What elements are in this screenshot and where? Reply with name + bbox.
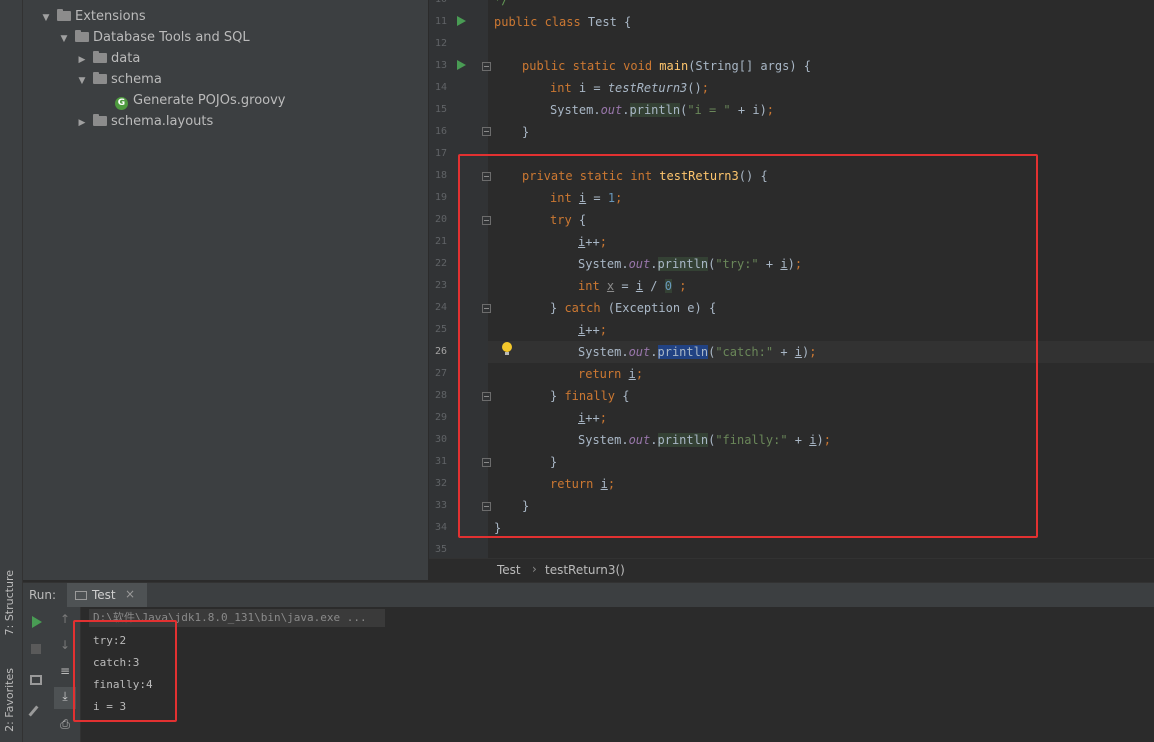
annotation-box-method [458,154,1038,538]
line-number: 21 [434,236,447,247]
line-number: 13 [434,60,447,71]
tree-item-label: schema [111,72,162,87]
line-number: 12 [434,38,447,49]
breadcrumb-separator: › [532,562,537,576]
folder-icon [75,30,89,42]
line-number: 20 [434,214,447,225]
line-number: 16 [434,126,447,137]
code-line: int i = testReturn3(); [550,81,709,95]
annotation-box-output [73,620,177,722]
fold-icon[interactable] [482,127,491,136]
tree-item-label: Extensions [75,9,146,24]
tree-item-schema[interactable]: ▼ schema [77,69,162,90]
run-panel-header: Run: Test × [23,582,1154,608]
line-number: 15 [434,104,447,115]
pin-icon[interactable] [28,705,39,717]
folder-icon [57,9,71,21]
line-number: 25 [434,324,447,335]
project-panel: ▼ Extensions ▼ Database Tools and SQL ▶ dat… [23,0,429,580]
print-icon[interactable]: ⎙ [55,717,75,732]
tree-item-schema-layouts[interactable]: ▶ schema.layouts [77,111,213,132]
chevron-right-icon[interactable]: ▶ [77,113,87,134]
stop-icon[interactable] [31,644,41,654]
tree-item-generate-pojos[interactable]: G Generate POJOs.groovy [115,90,286,111]
code-line: public static void main(String[] args) { [522,59,812,73]
tool-window-strip: 7: Structure 2: Favorites [0,0,23,742]
line-number: 28 [434,390,447,401]
folder-icon [93,114,107,126]
run-toolbar [23,607,50,742]
code-line: */ [494,0,509,7]
run-tab-test[interactable]: Test × [67,583,147,608]
breadcrumb-method[interactable]: testReturn3() [545,563,625,577]
tree-item-label: Generate POJOs.groovy [133,93,286,108]
line-number: 24 [434,302,447,313]
line-number: 31 [434,456,447,467]
console-icon [75,591,87,600]
arrow-down-icon[interactable]: ↓ [55,638,75,652]
line-number: 23 [434,280,447,291]
line-number: 27 [434,368,447,379]
chevron-down-icon[interactable]: ▼ [41,8,51,29]
breadcrumb-class[interactable]: Test [497,563,521,577]
code-line: } [522,125,530,139]
line-number: 19 [434,192,447,203]
tree-item-label: data [111,51,141,66]
line-number-current: 26 [434,346,447,357]
line-number: 22 [434,258,447,269]
run-label: Run: [29,588,57,602]
tree-item-label: Database Tools and SQL [93,30,250,45]
folder-icon [93,51,107,63]
line-number: 29 [434,412,447,423]
run-class-icon[interactable] [457,16,466,26]
line-number: 18 [434,170,447,181]
soft-wrap-icon[interactable]: ≡ [55,664,75,678]
rerun-icon[interactable] [32,616,42,628]
line-number: 10 [429,0,447,11]
run-main-icon[interactable] [457,60,466,70]
chevron-right-icon[interactable]: ▶ [77,50,87,71]
layout-icon[interactable] [30,675,42,685]
close-icon[interactable]: × [125,587,135,601]
folder-icon [93,72,107,84]
chevron-down-icon[interactable]: ▼ [77,71,87,92]
arrow-up-icon[interactable]: ↑ [55,612,75,626]
code-line: System.out.println("i = " + i); [550,103,775,117]
line-number: 33 [434,500,447,511]
tree-item-label: schema.layouts [111,114,214,129]
structure-tab[interactable]: 7: Structure [3,570,16,635]
run-tab-label: Test [92,588,116,602]
chevron-down-icon[interactable]: ▼ [59,29,69,50]
line-number: 34 [434,522,447,533]
fold-icon[interactable] [482,62,491,71]
line-number: 30 [434,434,447,445]
groovy-file-icon: G [115,97,128,110]
line-number: 11 [434,16,447,27]
tree-item-data[interactable]: ▶ data [77,48,140,69]
breadcrumb: Test › testReturn3() [429,558,1154,581]
favorites-tab[interactable]: 2: Favorites [3,668,16,732]
scroll-to-end-icon: ⤓ [62,689,68,703]
code-line: public class Test { [494,15,632,29]
tree-item-database-tools[interactable]: ▼ Database Tools and SQL [59,27,250,48]
line-number: 14 [434,82,447,93]
line-number: 32 [434,478,447,489]
tree-item-extensions[interactable]: ▼ Extensions [41,6,146,27]
line-number: 17 [434,148,447,159]
